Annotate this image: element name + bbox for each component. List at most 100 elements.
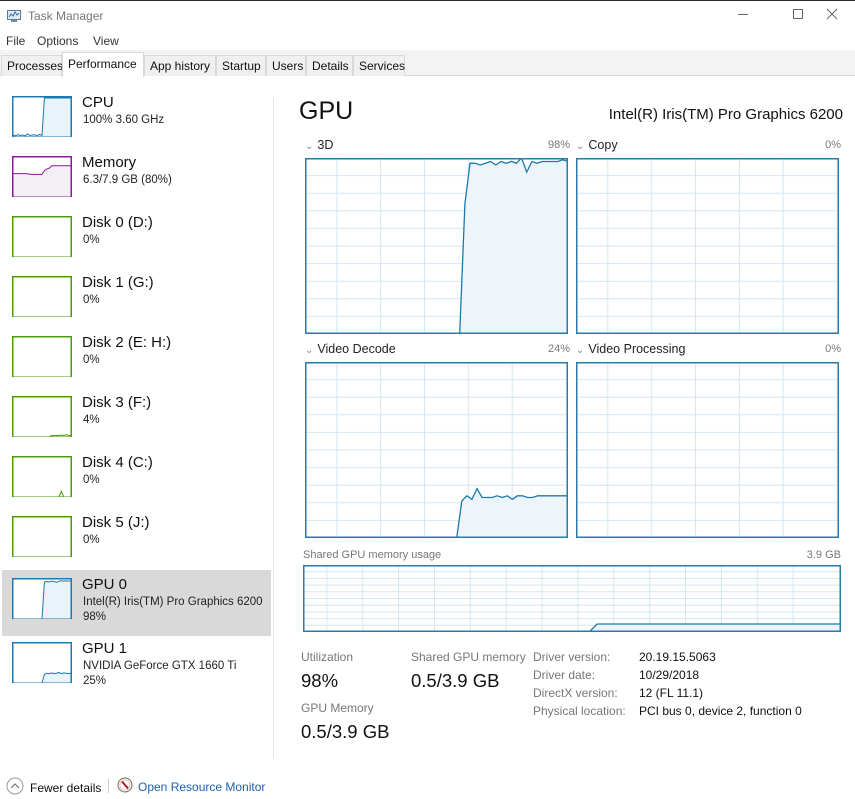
chevron-down-icon: ⌄ (576, 345, 585, 356)
thumbnail-border (12, 396, 72, 437)
sidebar-item-name: GPU 0 (82, 576, 128, 593)
tab-startup[interactable]: Startup (216, 55, 266, 76)
tab-bar: Processes Performance App history Startu… (0, 50, 855, 77)
graph-copy-label[interactable]: ⌄ Copy (576, 138, 618, 152)
sidebar-item-percent: 25% (83, 675, 107, 687)
tab-app-history[interactable]: App history (144, 55, 216, 76)
gpu-model-name: Intel(R) Iris(TM) Pro Graphics 6200 (608, 106, 843, 123)
graph-3d (305, 158, 568, 334)
sidebar-item-detail: 6.3/7.9 GB (80%) (83, 174, 172, 186)
sidebar-item-disk-1-g[interactable]: Disk 1 (G:) 0% (2, 270, 271, 330)
disk-thumbnail-graph (12, 396, 72, 437)
driver-version-value: 20.19.15.5063 (639, 650, 716, 664)
cpu-thumbnail-graph (12, 96, 72, 137)
menu-file[interactable]: File (6, 34, 25, 48)
disk-thumbnail-graph (12, 456, 72, 497)
sidebar-item-gpu-1[interactable]: GPU 1 NVIDIA GeForce GTX 1660 Ti 25% (2, 636, 271, 696)
close-icon (826, 7, 838, 25)
window-title: Task Manager (28, 9, 104, 23)
sidebar-item-memory[interactable]: Memory 6.3/7.9 GB (80%) (2, 150, 271, 210)
minimize-button[interactable] (720, 1, 766, 31)
close-button[interactable] (809, 1, 855, 31)
sidebar-item-detail: 0% (83, 234, 100, 246)
sidebar-item-detail: 0% (83, 534, 100, 546)
resource-sidebar: CPU 100% 3.60 GHz Memory 6.3/7.9 GB (80%) Di… (0, 92, 273, 752)
graph-copy (576, 158, 839, 334)
graph-3d-title: 3D (317, 138, 334, 152)
chevron-down-icon: ⌄ (305, 141, 314, 152)
shared-memory-graph-max: 3.9 GB (806, 549, 841, 561)
graph-video-decode-label[interactable]: ⌄ Video Decode (305, 342, 396, 356)
graph-video-processing-label[interactable]: ⌄ Video Processing (576, 342, 685, 356)
sidebar-item-disk-2-e-h[interactable]: Disk 2 (E: H:) 0% (2, 330, 271, 390)
thumbnail-area (13, 165, 71, 197)
graph-3d-percent: 98% (547, 139, 570, 151)
graph-copy-percent: 0% (825, 139, 841, 151)
tab-users[interactable]: Users (266, 55, 306, 76)
physical-location-label: Physical location: (533, 704, 626, 718)
graph-video-decode (305, 362, 568, 538)
sidebar-item-disk-0-d[interactable]: Disk 0 (D:) 0% (2, 210, 271, 270)
sidebar-item-name: Disk 5 (J:) (82, 514, 150, 531)
gpu-memory-label: GPU Memory (301, 701, 374, 715)
physical-location-value: PCI bus 0, device 2, function 0 (639, 704, 802, 718)
task-manager-icon (6, 9, 22, 23)
shared-memory-graph (303, 565, 841, 632)
shared-memory-value: 0.5/3.9 GB (411, 670, 500, 691)
tab-performance[interactable]: Performance (62, 52, 144, 77)
sidebar-item-name: Disk 2 (E: H:) (82, 334, 172, 351)
graph-video-processing-percent: 0% (825, 343, 841, 355)
driver-date-label: Driver date: (533, 668, 596, 682)
graph-video-processing (576, 362, 839, 538)
utilization-value: 98% (301, 670, 339, 691)
fewer-details-label: Fewer details (30, 780, 102, 795)
sidebar-divider (273, 98, 274, 758)
sidebar-item-cpu[interactable]: CPU 100% 3.60 GHz (2, 90, 271, 150)
sidebar-item-name: GPU 1 (82, 640, 128, 657)
disk-thumbnail-graph (12, 276, 72, 317)
thumbnail-border (12, 336, 72, 377)
graph-video-decode-title: Video Decode (317, 342, 396, 356)
thumbnail-border (12, 276, 72, 317)
menu-options[interactable]: Options (37, 34, 78, 48)
tab-processes[interactable]: Processes (1, 55, 63, 76)
driver-date-value: 10/29/2018 (639, 668, 700, 682)
directx-version-value: 12 (FL 11.1) (639, 686, 704, 700)
tab-details[interactable]: Details (306, 55, 353, 76)
gpu-memory-value: 0.5/3.9 GB (301, 721, 390, 742)
sidebar-item-detail: 0% (83, 474, 100, 486)
gpu-detail-panel: GPU Intel(R) Iris(TM) Pro Graphics 6200 … (275, 92, 855, 752)
gpu-thumbnail-graph (12, 642, 72, 683)
sidebar-item-detail: 4% (83, 414, 100, 426)
sidebar-item-gpu-0[interactable]: GPU 0 Intel(R) Iris(TM) Pro Graphics 6200… (2, 570, 271, 636)
disk-thumbnail-graph (12, 516, 72, 557)
sidebar-item-detail: NVIDIA GeForce GTX 1660 Ti (83, 660, 237, 672)
graph-3d-label[interactable]: ⌄ 3D (305, 138, 333, 152)
memory-thumbnail-graph (12, 156, 72, 197)
sidebar-item-disk-4-c[interactable]: Disk 4 (C:) 0% (2, 450, 271, 510)
sidebar-item-name: Memory (82, 154, 137, 171)
sidebar-item-disk-5-j[interactable]: Disk 5 (J:) 0% (2, 510, 271, 570)
sidebar-item-disk-3-f[interactable]: Disk 3 (F:) 4% (2, 390, 271, 450)
chevron-down-icon: ⌄ (305, 345, 314, 356)
sidebar-item-name: Disk 1 (G:) (82, 274, 154, 291)
shared-memory-graph-label: Shared GPU memory usage (303, 549, 442, 561)
open-resource-monitor-link[interactable]: Open Resource Monitor (117, 777, 265, 796)
directx-version-label: DirectX version: (533, 686, 618, 700)
sidebar-item-name: CPU (82, 94, 114, 111)
resource-monitor-icon (117, 777, 133, 796)
sidebar-item-detail: 0% (83, 354, 100, 366)
menu-view[interactable]: View (93, 34, 119, 48)
footer-separator (108, 779, 109, 793)
tab-services[interactable]: Services (353, 55, 405, 76)
open-resource-monitor-label: Open Resource Monitor (138, 779, 266, 794)
sidebar-item-detail: 0% (83, 294, 100, 306)
sidebar-item-detail: Intel(R) Iris(TM) Pro Graphics 6200 (83, 596, 263, 608)
driver-version-label: Driver version: (533, 650, 611, 664)
thumbnail-border (12, 516, 72, 557)
menu-bar: File Options View (0, 31, 855, 50)
maximize-icon (792, 7, 804, 25)
fewer-details-button[interactable]: Fewer details (6, 777, 101, 798)
sidebar-item-name: Disk 3 (F:) (82, 394, 152, 411)
page-title: GPU (299, 97, 354, 125)
